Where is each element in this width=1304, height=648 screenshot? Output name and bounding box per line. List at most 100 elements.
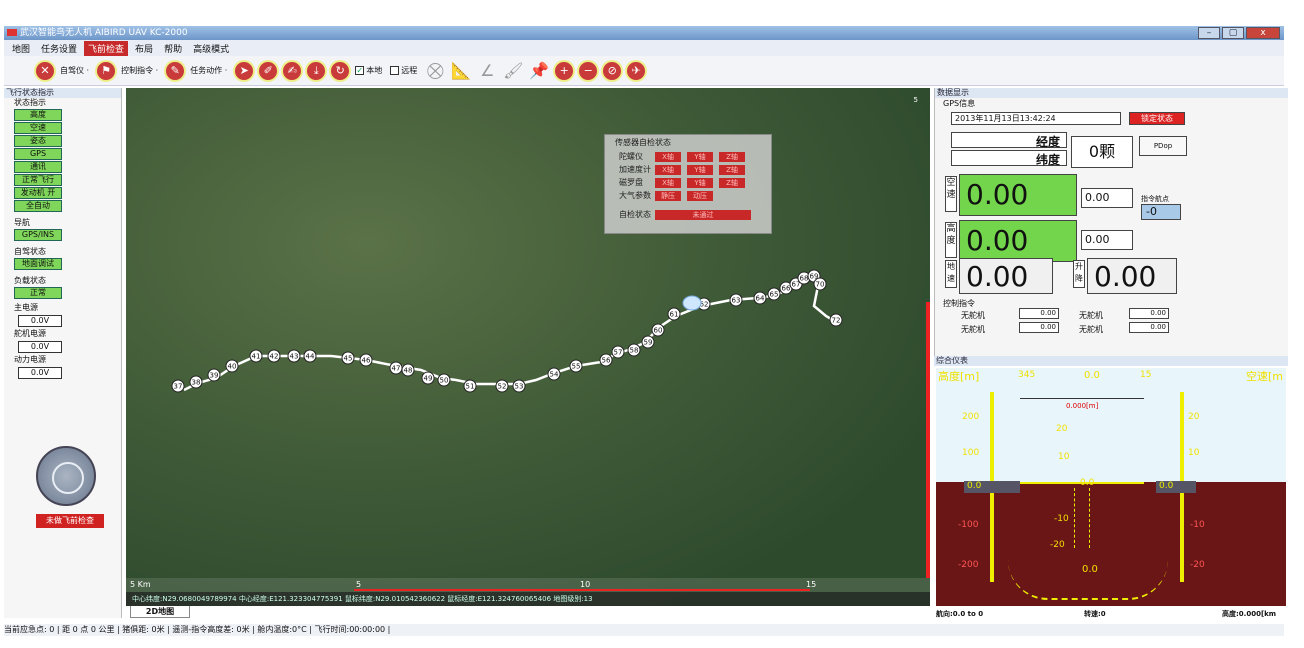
waypoint-label: 59 xyxy=(644,339,653,347)
spd-tick-neg10: -10 xyxy=(1190,520,1205,530)
pitch-neg20: -20 xyxy=(1050,540,1065,550)
remote-checkbox[interactable] xyxy=(390,66,400,75)
ruler-icon[interactable]: 📐 xyxy=(449,59,473,83)
window-title-bar: 武汉智能鸟无人机 AIBIRD UAV KC-2000 – ▢ x xyxy=(4,26,1284,40)
ctrl-value-0: 0.00 xyxy=(1019,308,1059,319)
vertical-scale-red xyxy=(926,302,930,578)
waypoint-label: 56 xyxy=(602,357,611,365)
airplane-icon[interactable]: ✈ xyxy=(625,59,648,82)
satellite-icon[interactable]: ⛒ xyxy=(423,59,447,83)
alt-tick-neg100: -100 xyxy=(958,520,979,530)
menu-advanced[interactable]: 高级模式 xyxy=(189,41,233,56)
waypoint-label: 57 xyxy=(614,349,623,357)
hud-height-readout: 高度:0.000[km xyxy=(1222,610,1277,618)
brush-icon[interactable]: 🖌 xyxy=(501,59,525,83)
waypoint-label: 63 xyxy=(732,297,741,305)
status-engine-on: 发动机 开 xyxy=(14,187,62,199)
status-normal-flight: 正常飞行 xyxy=(14,174,62,186)
compass-y: Y轴 xyxy=(687,177,713,188)
measure-angle-icon[interactable]: ∠ xyxy=(475,59,499,83)
hud-heading-value: 0.0 xyxy=(1084,370,1100,381)
hud-heading-right: 15 xyxy=(1140,370,1152,380)
dynamic-pressure: 动压 xyxy=(687,190,713,201)
waypoint-value: -0 xyxy=(1141,204,1181,220)
status-bar: 当前应急点: 0 | 距 0 点 0 公里 | 猪俱距: 0米 | 遥测-指令高… xyxy=(4,624,1284,636)
scale-label-15: 15 xyxy=(806,580,817,589)
accel-z: Z轴 xyxy=(719,164,745,175)
pdop-button[interactable]: PDop xyxy=(1139,136,1187,156)
menu-bar: 地图 任务设置 飞前检查 布局 帮助 高级模式 xyxy=(4,40,1284,56)
hud-heading-readout: 航向:0.0 to 0 xyxy=(936,610,984,618)
waypoint-label: 70 xyxy=(816,281,825,289)
gyro-label: 陀螺仪 xyxy=(619,152,643,161)
altitude-display: 0.00 xyxy=(959,220,1077,262)
autopilot-state-value: 地面调试 xyxy=(14,258,62,270)
compass-label: 磁罗盘 xyxy=(619,178,643,187)
tab-2d-map[interactable]: 2D地图 xyxy=(130,606,190,618)
status-gps: GPS xyxy=(14,148,62,160)
waypoint-label: 53 xyxy=(515,383,524,391)
local-label: 本地 xyxy=(366,66,383,75)
waypoint-label: 68 xyxy=(800,275,809,283)
servo-power-value: 0.0V xyxy=(18,341,62,353)
zoom-out-icon[interactable]: − xyxy=(577,59,600,82)
erase-icon[interactable]: ✐ xyxy=(257,59,280,82)
hud-heading-line xyxy=(1020,398,1144,399)
toolbar: ✕ 自驾仪 · ⚑ 控制指令 · ✎ 任务动作 · ➤ ✐ ✍ ⤓ ↻ ✓ 本地 … xyxy=(4,56,1284,86)
control-command-icon[interactable]: ⚑ xyxy=(95,59,118,82)
waypoint-label: 指令航点 xyxy=(1141,195,1169,203)
waypoint-label: 66 xyxy=(782,285,791,293)
pitch-0: 0.0 xyxy=(1080,478,1095,488)
waypoint-label: 43 xyxy=(290,353,299,361)
menu-help[interactable]: 帮助 xyxy=(160,41,186,56)
autopilot-label[interactable]: 自驾仪 · xyxy=(60,65,89,76)
pin-icon[interactable]: 📌 xyxy=(527,59,551,83)
pointer-icon[interactable]: ➤ xyxy=(233,59,256,82)
flight-status-panel: 飞行状态指示 状态指示 高度 空速 姿态 GPS 通讯 正常飞行 发动机 开 全… xyxy=(4,88,122,618)
hud-airspeed-label: 空速[m xyxy=(1246,370,1284,383)
stop-icon[interactable]: ⊘ xyxy=(601,59,624,82)
download-icon[interactable]: ⤓ xyxy=(305,59,328,82)
hud-rpm-readout: 转速:0 xyxy=(1084,610,1106,618)
control-command-label[interactable]: 控制指令 · xyxy=(121,65,158,76)
pitch-neg10: -10 xyxy=(1054,514,1069,524)
status-airspeed: 空速 xyxy=(14,122,62,134)
mission-action-icon[interactable]: ✎ xyxy=(164,59,187,82)
minimize-button[interactable]: – xyxy=(1198,27,1220,39)
alt-tick-200: 200 xyxy=(962,412,980,422)
menu-layout[interactable]: 布局 xyxy=(131,41,157,56)
waypoint-label: 61 xyxy=(670,311,679,319)
altitude-label: 高度 xyxy=(945,222,957,258)
refresh-icon[interactable]: ↻ xyxy=(329,59,352,82)
map-status: 中心纬度:N29.0680049789974 中心经度:E121.3233047… xyxy=(126,592,930,606)
mission-action-label[interactable]: 任务动作 · xyxy=(190,65,227,76)
waypoint-label: 45 xyxy=(344,355,353,363)
airspeed-value: 0.00 xyxy=(966,178,1029,211)
sensor-self-check: 传感器自检状态 陀螺仪 X轴 Y轴 Z轴 加速度计 X轴 Y轴 Z轴 磁罗盘 X轴 Y轴 Z轴 大… xyxy=(604,134,772,234)
climb-label: 升降 xyxy=(1073,260,1085,288)
waypoint-label: 48 xyxy=(404,367,413,375)
preflight-check-button[interactable]: 未做飞前检查 xyxy=(36,514,104,528)
control-knob[interactable] xyxy=(36,446,96,506)
menu-map[interactable]: 地图 xyxy=(8,41,34,56)
local-checkbox[interactable]: ✓ xyxy=(355,66,365,75)
scale-label-10: 10 xyxy=(580,580,591,589)
maximize-button[interactable]: ▢ xyxy=(1222,27,1244,39)
gyro-z: Z轴 xyxy=(719,151,745,162)
menu-preflight-check[interactable]: 飞前检查 xyxy=(84,40,129,56)
gps-datetime: 2013年11月13日13:42:24 xyxy=(951,112,1121,125)
menu-mission-settings[interactable]: 任务设置 xyxy=(37,41,81,56)
longitude-field: 经度 xyxy=(951,132,1067,149)
edit-icon[interactable]: ✍ xyxy=(281,59,304,82)
close-button[interactable]: x xyxy=(1246,27,1280,39)
waypoint-label: 65 xyxy=(770,291,779,299)
autopilot-icon[interactable]: ✕ xyxy=(34,59,56,82)
ctrl-value-3: 0.00 xyxy=(1129,322,1169,333)
waypoint-label: 58 xyxy=(630,347,639,355)
zoom-in-icon[interactable]: + xyxy=(553,59,576,82)
gps-title: GPS信息 xyxy=(943,99,976,108)
hud-heading-left: 345 xyxy=(1018,370,1036,380)
alt-current: 0.0 xyxy=(964,481,1020,493)
map-view[interactable]: 37 38 39 40 41 42 43 44 45 46 47 48 49 50 51 52 53 54 55 56… xyxy=(126,88,930,606)
waypoint-label: 42 xyxy=(270,353,279,361)
